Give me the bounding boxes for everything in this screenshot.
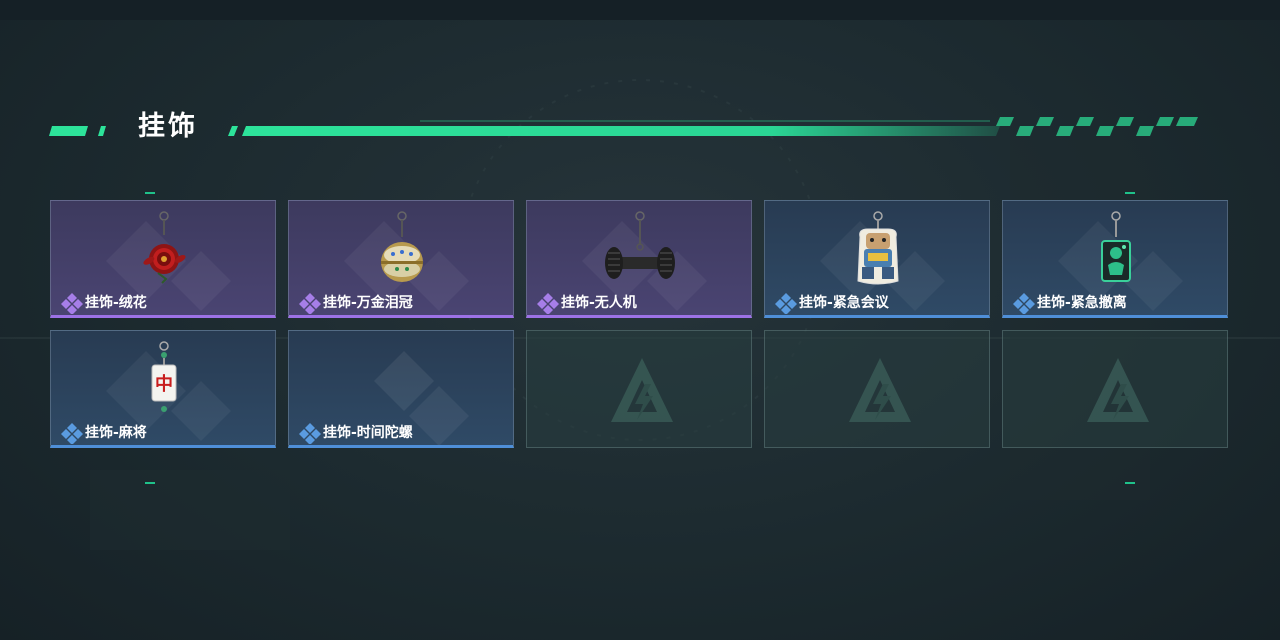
item-card[interactable]: 挂饰-紧急撤离	[1002, 200, 1228, 318]
item-card[interactable]: 中 挂饰-麻将	[50, 330, 276, 448]
item-grid: 挂饰-绒花 挂饰-万金泪冠 挂饰-无人机 挂饰-紧急会议 挂饰-紧急撤离 中 挂…	[50, 200, 1230, 450]
empty-slot[interactable]	[1002, 330, 1228, 448]
item-card[interactable]: 挂饰-万金泪冠	[288, 200, 514, 318]
rarity-diamond-icon	[299, 423, 321, 444]
corner-tick	[1125, 192, 1135, 194]
section-title: 挂饰	[138, 111, 198, 142]
empty-slot[interactable]	[764, 330, 990, 448]
item-name: 挂饰-绒花	[85, 295, 147, 311]
item-card[interactable]: 挂饰-时间陀螺	[288, 330, 514, 448]
delta-logo-icon	[611, 358, 673, 422]
item-card[interactable]: 挂饰-紧急会议	[764, 200, 990, 318]
golden-jeweled-orb-charm-icon	[381, 211, 423, 282]
rarity-diamond-icon	[775, 293, 797, 314]
item-name: 挂饰-无人机	[561, 295, 637, 311]
empty-slot[interactable]	[526, 330, 752, 448]
item-name: 挂饰-紧急撤离	[1037, 295, 1127, 311]
mahjong-character: 中	[155, 373, 173, 395]
cartoon-figure-acrylic-charm-icon	[857, 211, 899, 285]
mahjong-zhong-tile-charm-icon: 中	[151, 341, 177, 412]
rarity-diamond-icon	[537, 293, 559, 314]
item-name: 挂饰-紧急会议	[799, 295, 889, 311]
item-name: 挂饰-万金泪冠	[323, 295, 413, 311]
item-name: 挂饰-麻将	[85, 425, 147, 441]
drone-wheels-charm-icon	[605, 211, 675, 279]
green-tag-charm-icon	[1101, 211, 1131, 282]
delta-logo-icon	[1087, 358, 1149, 422]
item-card[interactable]: 挂饰-绒花	[50, 200, 276, 318]
rarity-diamond-icon	[61, 293, 83, 314]
rarity-diamond-icon	[1013, 293, 1035, 314]
corner-tick	[145, 482, 155, 484]
corner-tick	[145, 192, 155, 194]
rarity-diamond-icon	[61, 423, 83, 444]
item-name: 挂饰-时间陀螺	[323, 425, 413, 441]
rarity-diamond-icon	[299, 293, 321, 314]
red-rose-flower-charm-icon	[143, 211, 186, 284]
delta-logo-icon	[849, 358, 911, 422]
corner-tick	[1125, 482, 1135, 484]
item-card[interactable]: 挂饰-无人机	[526, 200, 752, 318]
